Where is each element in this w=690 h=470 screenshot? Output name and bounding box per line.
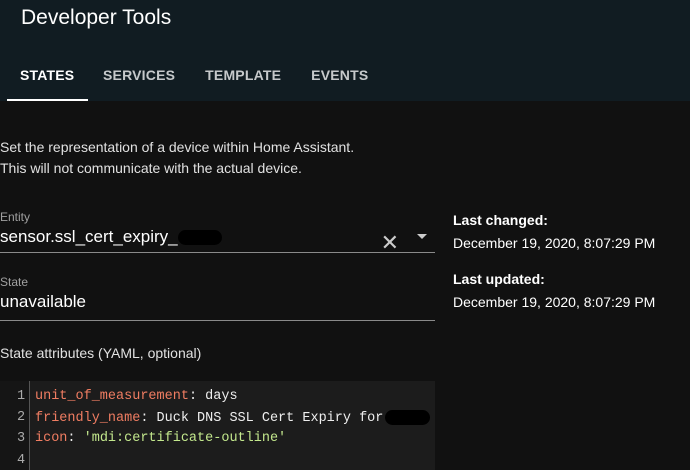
last-changed-label: Last changed: (453, 212, 548, 228)
app-header: Developer Tools STATES SERVICES TEMPLATE… (0, 0, 690, 101)
state-label: State (0, 275, 29, 289)
last-changed-value: December 19, 2020, 8:07:29 PM (453, 235, 656, 251)
yaml-value: days (197, 389, 238, 404)
tab-template[interactable]: TEMPLATE (190, 56, 296, 101)
yaml-value: 'mdi:certificate-outline' (75, 431, 287, 446)
code-line: unit_of_measurement: days (35, 389, 238, 404)
tab-bar: STATES SERVICES TEMPLATE EVENTS (0, 56, 383, 101)
code-line: icon: 'mdi:certificate-outline' (35, 431, 287, 446)
state-field[interactable]: State unavailable (0, 275, 435, 321)
yaml-editor[interactable]: 1 2 3 4 unit_of_measurement: days friend… (0, 381, 435, 470)
tab-services[interactable]: SERVICES (88, 56, 190, 101)
line-number: 1 (17, 389, 26, 404)
line-gutter (0, 381, 30, 470)
attributes-label: State attributes (YAML, optional) (0, 345, 202, 361)
description: Set the representation of a device withi… (0, 137, 354, 179)
last-updated-label: Last updated: (453, 271, 545, 287)
description-line: Set the representation of a device withi… (0, 139, 355, 155)
last-updated-value: December 19, 2020, 8:07:29 PM (453, 294, 656, 310)
line-number: 4 (17, 453, 26, 468)
line-number: 2 (17, 410, 26, 425)
last-updated: Last updated: December 19, 2020, 8:07:29… (453, 269, 655, 313)
yaml-key: unit_of_measurement (35, 389, 189, 404)
state-input[interactable]: unavailable (0, 292, 435, 312)
clear-icon[interactable]: ✕ (381, 230, 399, 256)
page-title: Developer Tools (21, 6, 172, 29)
dropdown-arrow-icon[interactable] (417, 234, 427, 239)
entity-label: Entity (0, 210, 31, 224)
entity-input[interactable]: sensor.ssl_cert_expiry_ (0, 227, 178, 246)
code-line: friendly_name: Duck DNS SSL Cert Expiry … (35, 410, 431, 427)
redaction (385, 410, 431, 425)
tab-states[interactable]: STATES (0, 56, 88, 101)
tab-events[interactable]: EVENTS (296, 56, 383, 101)
line-number: 3 (17, 431, 26, 446)
entity-field[interactable]: Entity sensor.ssl_cert_expiry_ ✕ (0, 210, 435, 256)
description-line: This will not communicate with the actua… (0, 160, 302, 176)
last-changed: Last changed: December 19, 2020, 8:07:29… (453, 210, 655, 254)
yaml-value: Duck DNS SSL Cert Expiry for (148, 411, 384, 427)
redaction (177, 230, 222, 246)
yaml-key: icon (35, 431, 68, 446)
yaml-key: friendly_name (35, 411, 141, 427)
